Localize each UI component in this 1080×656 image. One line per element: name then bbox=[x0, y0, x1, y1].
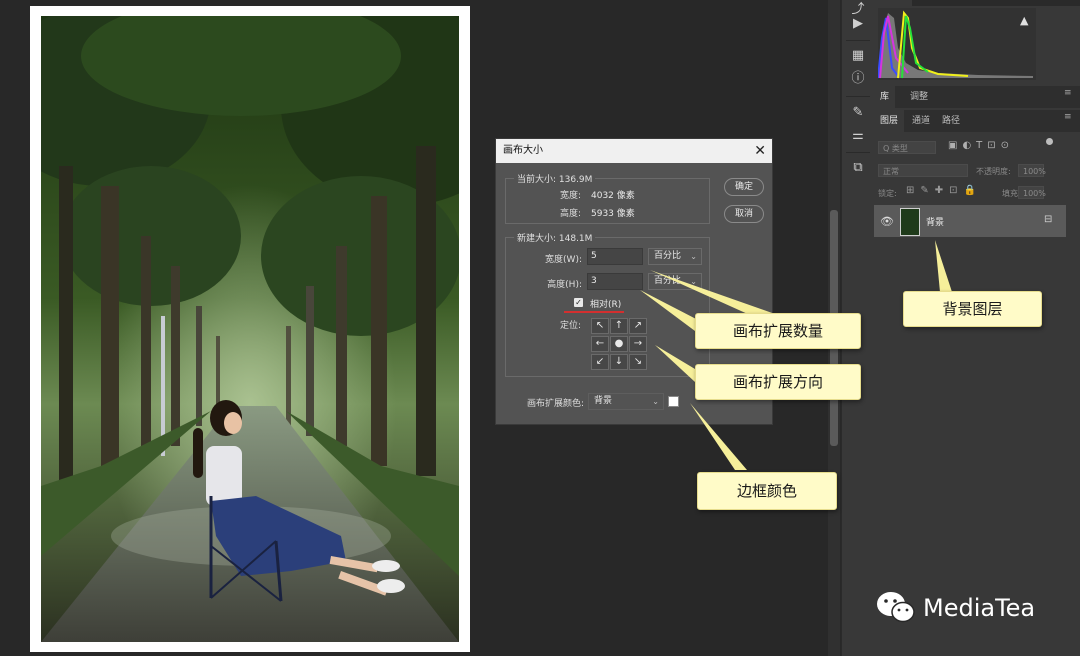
callout-leaders bbox=[640, 240, 952, 470]
watermark-text: MediaTea bbox=[923, 594, 1036, 622]
callout-canvas-amount: 画布扩展数量 bbox=[695, 313, 861, 349]
callout-border-color: 边框颜色 bbox=[697, 472, 837, 510]
wechat-icon bbox=[876, 590, 916, 628]
callout-background-layer: 背景图层 bbox=[903, 291, 1042, 327]
callout-canvas-direction: 画布扩展方向 bbox=[695, 364, 861, 400]
